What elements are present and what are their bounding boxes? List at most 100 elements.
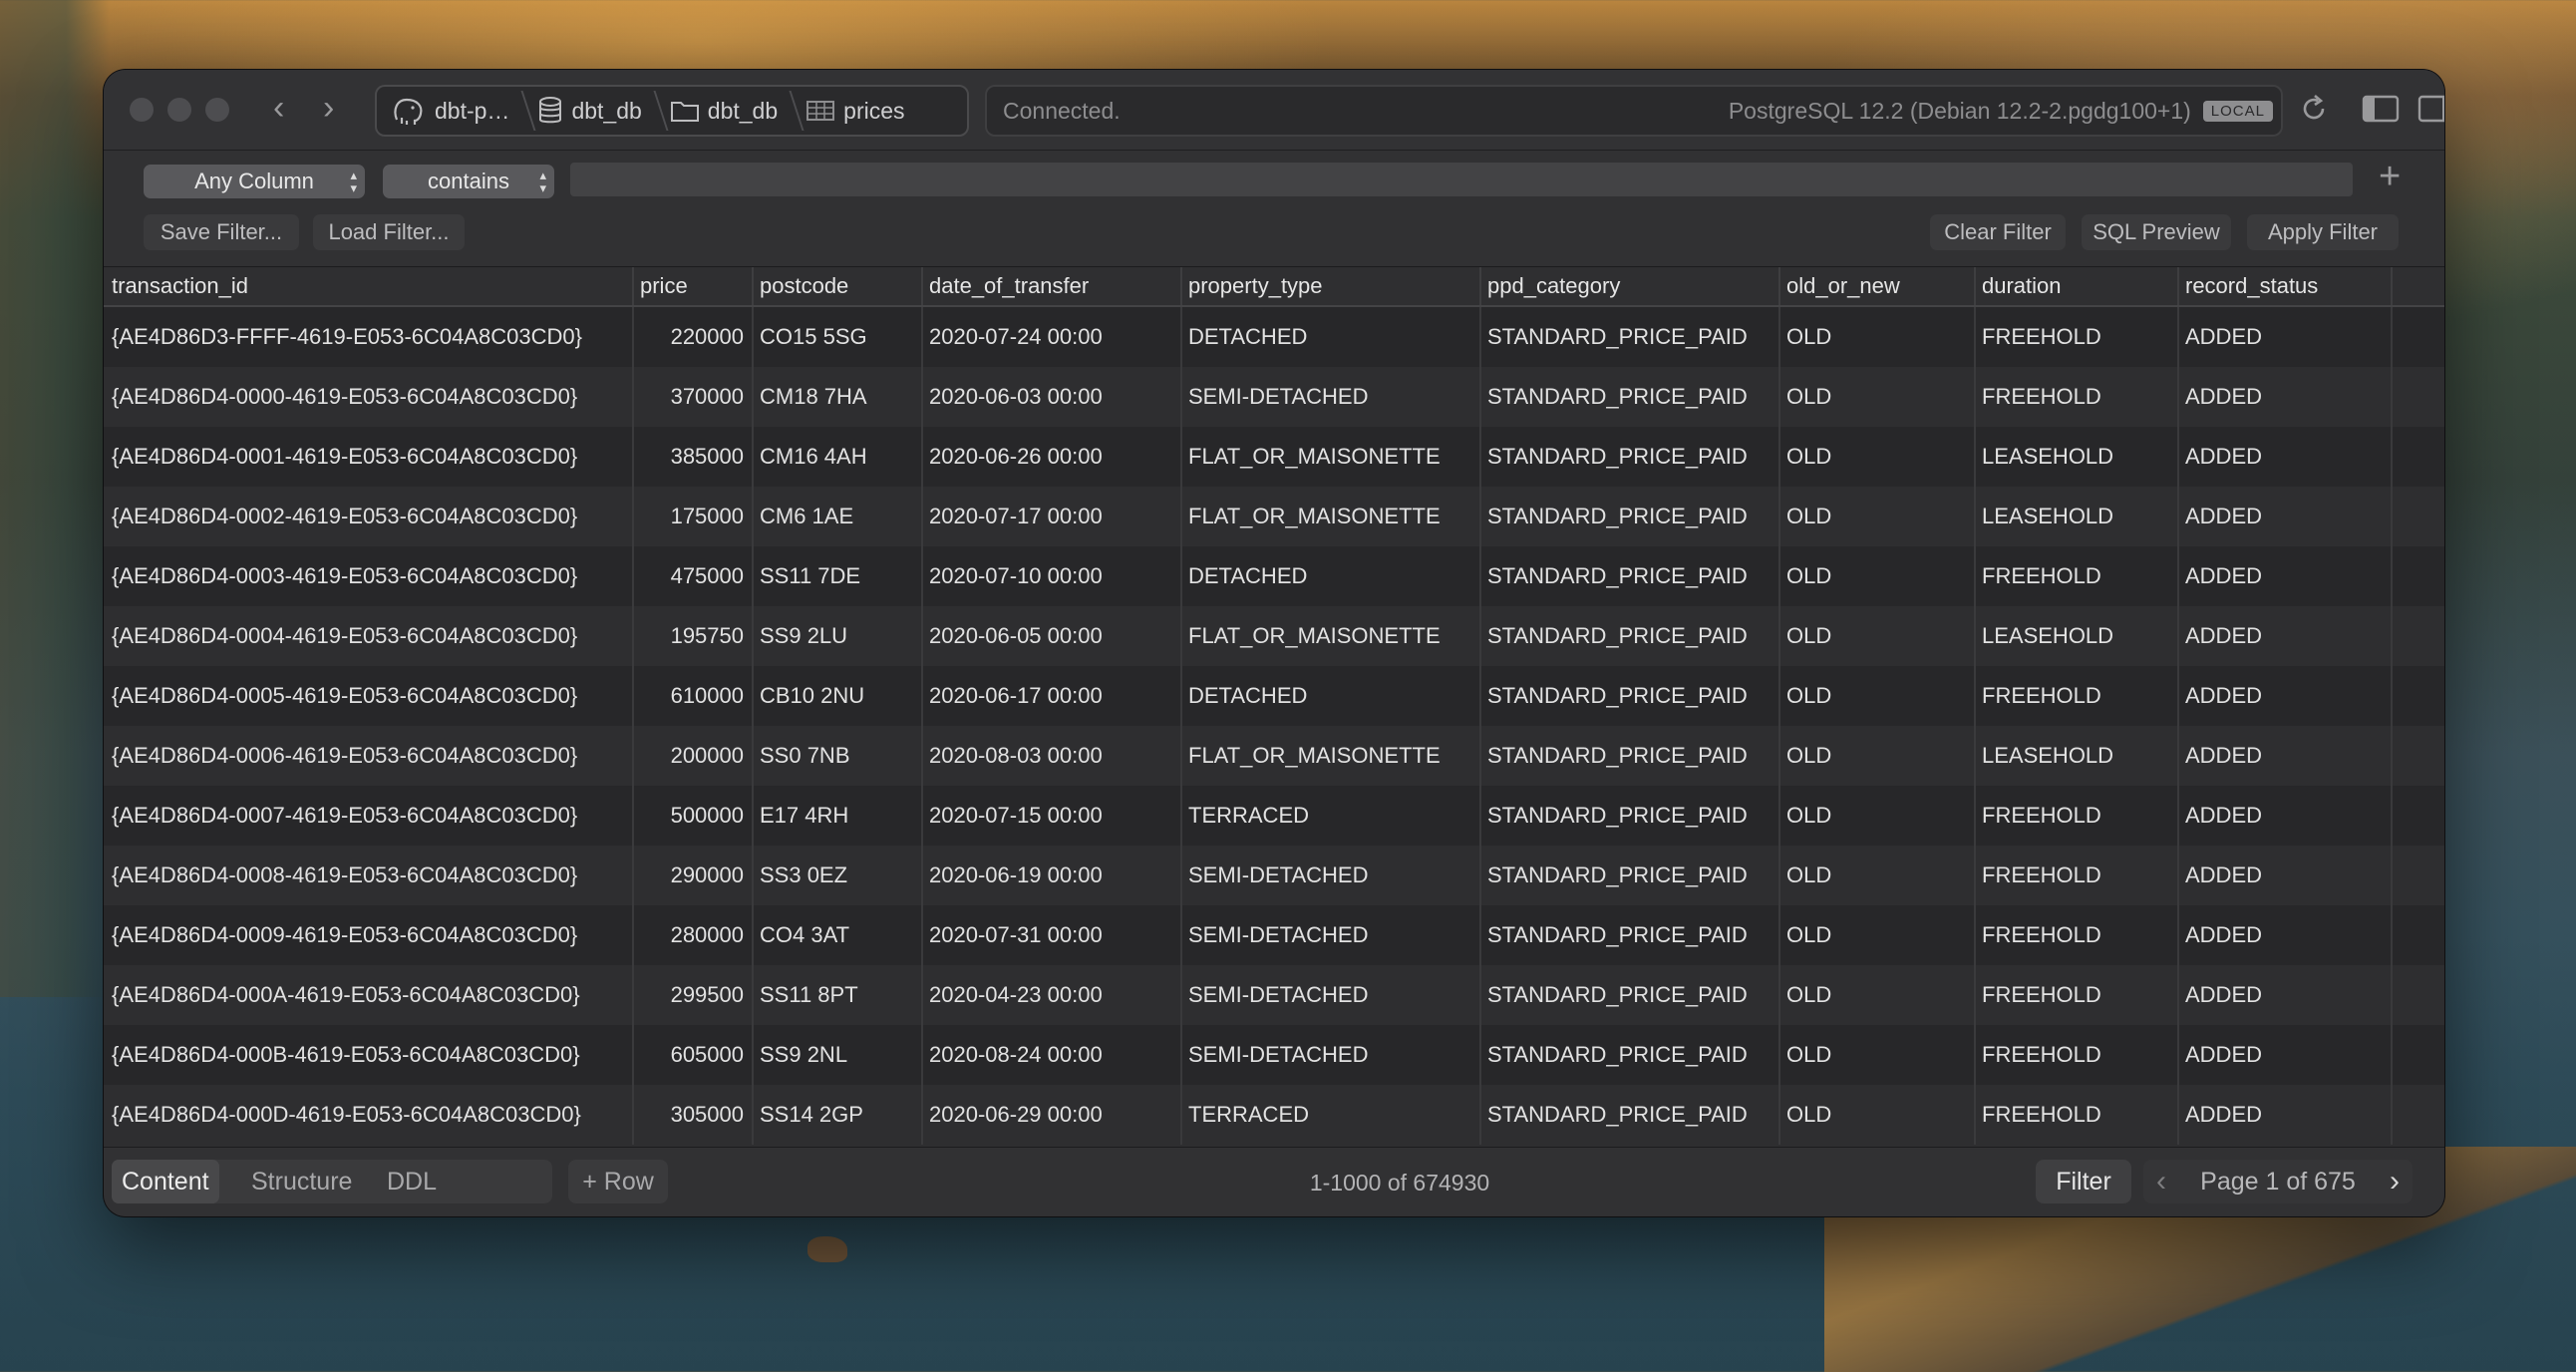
cell-property-type[interactable]: SEMI-DETACHED [1180, 367, 1481, 427]
cell-property-type[interactable]: TERRACED [1180, 786, 1481, 846]
forward-arrow-icon[interactable]: › [323, 88, 334, 128]
cell-ppd-category[interactable]: STANDARD_PRICE_PAID [1479, 606, 1780, 666]
cell-price[interactable]: 280000 [632, 905, 754, 965]
column-header-record-status[interactable]: record_status [2177, 267, 2393, 305]
cell-property-type[interactable]: FLAT_OR_MAISONETTE [1180, 487, 1481, 546]
table-row[interactable]: {AE4D86D4-0005-4619-E053-6C04A8C03CD0} 61… [104, 666, 2444, 726]
cell-record-status[interactable]: ADDED [2177, 905, 2393, 965]
cell-property-type[interactable]: FLAT_OR_MAISONETTE [1180, 726, 1481, 786]
cell-transaction-id[interactable]: {AE4D86D4-0002-4619-E053-6C04A8C03CD0} [104, 487, 634, 546]
column-header-old-or-new[interactable]: old_or_new [1778, 267, 1976, 305]
refresh-icon[interactable] [2297, 92, 2331, 126]
cell-price[interactable]: 305000 [632, 1085, 754, 1145]
cell-transaction-id[interactable]: {AE4D86D4-0008-4619-E053-6C04A8C03CD0} [104, 846, 634, 905]
cell-price[interactable]: 195750 [632, 606, 754, 666]
cell-record-status[interactable]: ADDED [2177, 606, 2393, 666]
table-row[interactable]: {AE4D86D3-FFFF-4619-E053-6C04A8C03CD0} 22… [104, 307, 2444, 367]
cell-duration[interactable]: FREEHOLD [1974, 546, 2179, 606]
minimize-window-button[interactable] [167, 98, 191, 122]
cell-price[interactable]: 200000 [632, 726, 754, 786]
cell-price[interactable]: 299500 [632, 965, 754, 1025]
cell-date-of-transfer[interactable]: 2020-07-10 00:00 [921, 546, 1182, 606]
cell-postcode[interactable]: CM16 4AH [752, 427, 923, 487]
cell-property-type[interactable]: SEMI-DETACHED [1180, 905, 1481, 965]
cell-transaction-id[interactable]: {AE4D86D4-0004-4619-E053-6C04A8C03CD0} [104, 606, 634, 666]
cell-old-or-new[interactable]: OLD [1778, 307, 1976, 367]
operator-select[interactable]: contains ▴ ▾ [383, 165, 554, 198]
toggle-left-sidebar-icon[interactable] [2361, 92, 2401, 126]
cell-transaction-id[interactable]: {AE4D86D4-000D-4619-E053-6C04A8C03CD0} [104, 1085, 634, 1145]
cell-date-of-transfer[interactable]: 2020-06-19 00:00 [921, 846, 1182, 905]
table-row[interactable]: {AE4D86D4-0001-4619-E053-6C04A8C03CD0} 38… [104, 427, 2444, 487]
cell-postcode[interactable]: CO4 3AT [752, 905, 923, 965]
cell-property-type[interactable]: DETACHED [1180, 307, 1481, 367]
cell-ppd-category[interactable]: STANDARD_PRICE_PAID [1479, 726, 1780, 786]
cell-record-status[interactable]: ADDED [2177, 965, 2393, 1025]
toggle-right-sidebar-icon[interactable] [2416, 92, 2444, 126]
cell-ppd-category[interactable]: STANDARD_PRICE_PAID [1479, 307, 1780, 367]
cell-property-type[interactable]: DETACHED [1180, 666, 1481, 726]
cell-postcode[interactable]: CO15 5SG [752, 307, 923, 367]
tab-content[interactable]: Content [112, 1160, 219, 1203]
cell-date-of-transfer[interactable]: 2020-07-15 00:00 [921, 786, 1182, 846]
column-header-price[interactable]: price [632, 267, 754, 305]
column-header-property-type[interactable]: property_type [1180, 267, 1481, 305]
cell-date-of-transfer[interactable]: 2020-06-29 00:00 [921, 1085, 1182, 1145]
close-window-button[interactable] [130, 98, 154, 122]
filter-toggle-button[interactable]: Filter [2036, 1160, 2131, 1203]
cell-property-type[interactable]: FLAT_OR_MAISONETTE [1180, 606, 1481, 666]
cell-postcode[interactable]: CB10 2NU [752, 666, 923, 726]
cell-price[interactable]: 475000 [632, 546, 754, 606]
cell-ppd-category[interactable]: STANDARD_PRICE_PAID [1479, 1025, 1780, 1085]
cell-duration[interactable]: LEASEHOLD [1974, 427, 2179, 487]
table-row[interactable]: {AE4D86D4-0008-4619-E053-6C04A8C03CD0} 29… [104, 846, 2444, 905]
cell-price[interactable]: 610000 [632, 666, 754, 726]
clear-filter-button[interactable]: Clear Filter [1930, 214, 2066, 250]
tab-ddl[interactable]: DDL [387, 1160, 437, 1203]
cell-postcode[interactable]: SS11 7DE [752, 546, 923, 606]
cell-transaction-id[interactable]: {AE4D86D4-000A-4619-E053-6C04A8C03CD0} [104, 965, 634, 1025]
cell-price[interactable]: 220000 [632, 307, 754, 367]
cell-property-type[interactable]: SEMI-DETACHED [1180, 965, 1481, 1025]
cell-postcode[interactable]: CM18 7HA [752, 367, 923, 427]
cell-duration[interactable]: FREEHOLD [1974, 846, 2179, 905]
cell-postcode[interactable]: SS9 2NL [752, 1025, 923, 1085]
cell-record-status[interactable]: ADDED [2177, 666, 2393, 726]
cell-price[interactable]: 605000 [632, 1025, 754, 1085]
breadcrumb-database[interactable]: dbt_db [523, 87, 669, 135]
cell-old-or-new[interactable]: OLD [1778, 1025, 1976, 1085]
column-header-transaction-id[interactable]: transaction_id [104, 267, 634, 305]
cell-property-type[interactable]: SEMI-DETACHED [1180, 846, 1481, 905]
cell-old-or-new[interactable]: OLD [1778, 487, 1976, 546]
cell-record-status[interactable]: ADDED [2177, 367, 2393, 427]
cell-date-of-transfer[interactable]: 2020-06-17 00:00 [921, 666, 1182, 726]
column-header-ppd-category[interactable]: ppd_category [1479, 267, 1780, 305]
cell-record-status[interactable]: ADDED [2177, 427, 2393, 487]
cell-duration[interactable]: FREEHOLD [1974, 786, 2179, 846]
cell-duration[interactable]: FREEHOLD [1974, 666, 2179, 726]
cell-duration[interactable]: FREEHOLD [1974, 307, 2179, 367]
cell-postcode[interactable]: E17 4RH [752, 786, 923, 846]
cell-date-of-transfer[interactable]: 2020-06-05 00:00 [921, 606, 1182, 666]
cell-date-of-transfer[interactable]: 2020-06-26 00:00 [921, 427, 1182, 487]
cell-duration[interactable]: FREEHOLD [1974, 905, 2179, 965]
cell-old-or-new[interactable]: OLD [1778, 606, 1976, 666]
cell-old-or-new[interactable]: OLD [1778, 846, 1976, 905]
zoom-window-button[interactable] [205, 98, 229, 122]
cell-postcode[interactable]: CM6 1AE [752, 487, 923, 546]
breadcrumb-schema[interactable]: dbt_db [656, 87, 805, 135]
cell-old-or-new[interactable]: OLD [1778, 666, 1976, 726]
cell-ppd-category[interactable]: STANDARD_PRICE_PAID [1479, 965, 1780, 1025]
cell-duration[interactable]: FREEHOLD [1974, 1085, 2179, 1145]
cell-record-status[interactable]: ADDED [2177, 487, 2393, 546]
cell-price[interactable]: 290000 [632, 846, 754, 905]
cell-ppd-category[interactable]: STANDARD_PRICE_PAID [1479, 846, 1780, 905]
cell-transaction-id[interactable]: {AE4D86D4-000B-4619-E053-6C04A8C03CD0} [104, 1025, 634, 1085]
cell-old-or-new[interactable]: OLD [1778, 905, 1976, 965]
cell-postcode[interactable]: SS3 0EZ [752, 846, 923, 905]
cell-date-of-transfer[interactable]: 2020-07-24 00:00 [921, 307, 1182, 367]
table-row[interactable]: {AE4D86D4-0006-4619-E053-6C04A8C03CD0} 20… [104, 726, 2444, 786]
cell-transaction-id[interactable]: {AE4D86D4-0006-4619-E053-6C04A8C03CD0} [104, 726, 634, 786]
cell-duration[interactable]: FREEHOLD [1974, 965, 2179, 1025]
cell-ppd-category[interactable]: STANDARD_PRICE_PAID [1479, 666, 1780, 726]
